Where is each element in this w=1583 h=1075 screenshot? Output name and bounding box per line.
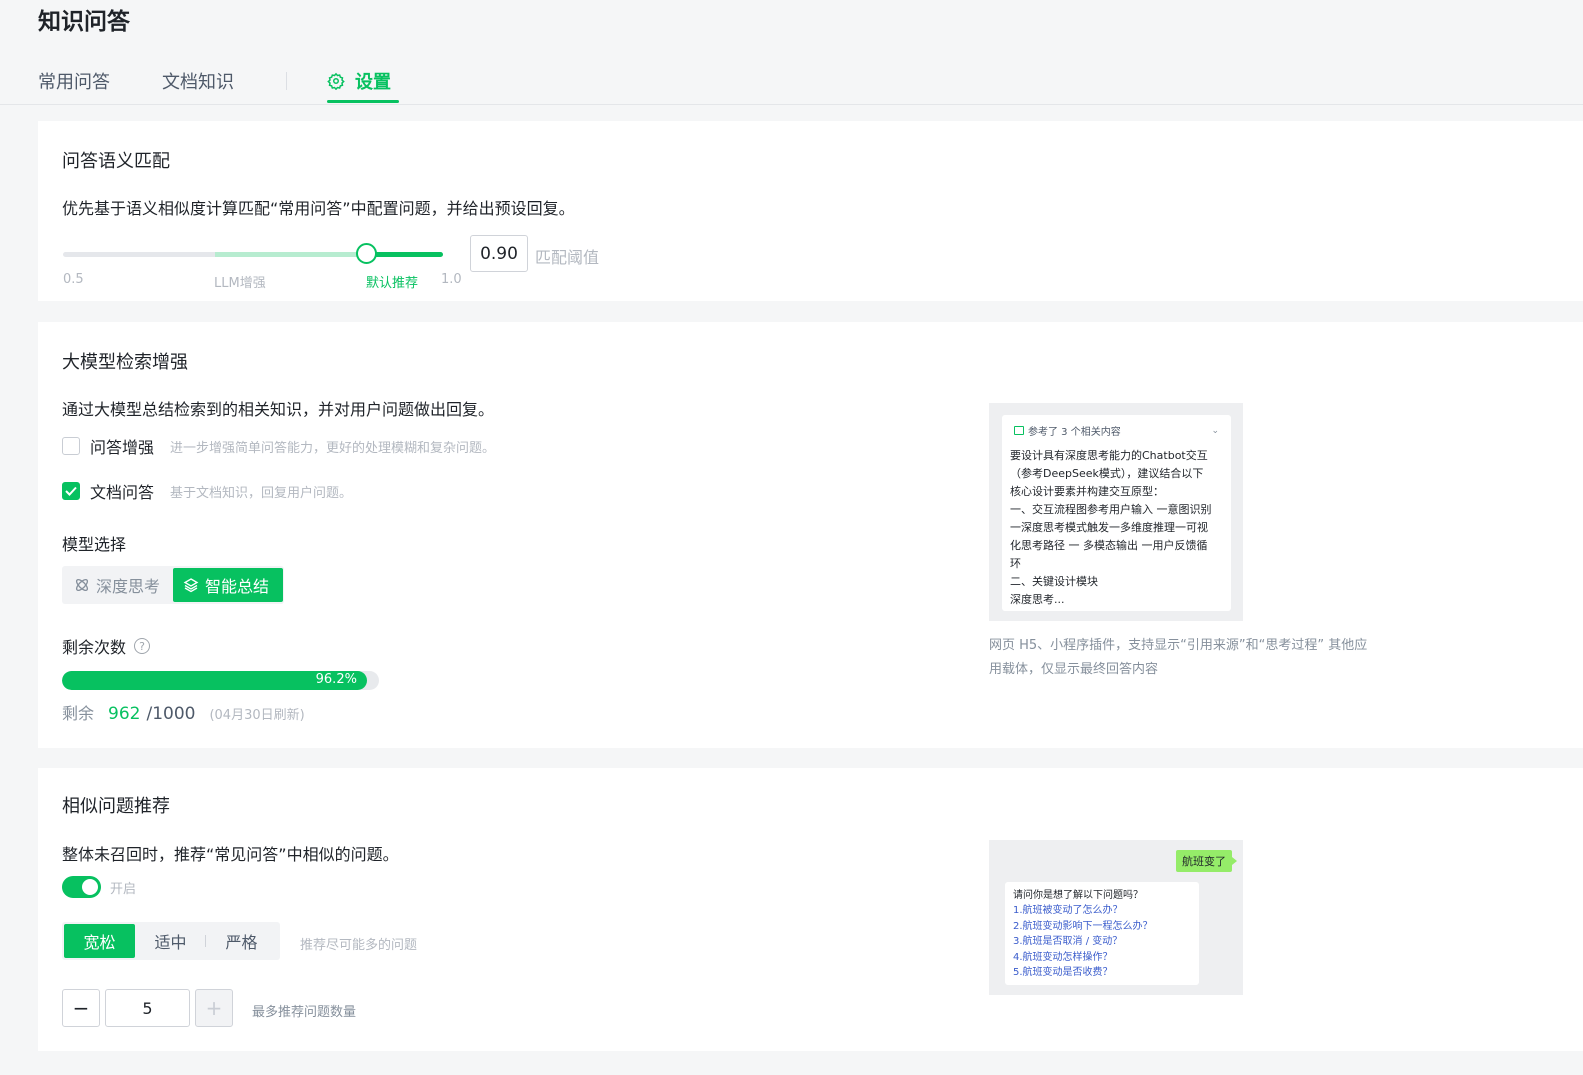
quota-progress-bar: 96.2% xyxy=(62,671,379,690)
tab-doc-knowledge[interactable]: 文档知识 xyxy=(162,68,234,94)
similar-desc: 整体未召回时，推荐“常见问答”中相似的问题。 xyxy=(62,845,399,864)
reference-icon xyxy=(1014,426,1024,435)
tab-settings[interactable]: 设置 xyxy=(327,68,391,94)
brain-icon xyxy=(75,578,89,592)
remain-count: 962 xyxy=(108,704,141,724)
slider-fill xyxy=(366,252,443,257)
answer-line: 深度思考... xyxy=(1010,593,1065,606)
model-deep-think-button[interactable]: 深度思考 xyxy=(64,568,170,602)
slider-default-label: 默认推荐 xyxy=(366,276,419,291)
suggested-question: 2.航班变动影响下一程怎么办？ xyxy=(1013,920,1153,932)
answer-line: 一深度思考模式触发一多维度推理一可视 xyxy=(1010,521,1208,534)
doc-qa-label: 文档问答 xyxy=(90,483,155,502)
model-smart-summary-button[interactable]: 智能总结 xyxy=(173,568,283,602)
model-selector: 深度思考 智能总结 xyxy=(62,566,284,604)
threshold-input[interactable]: 0.90 xyxy=(470,235,528,272)
preview-caption: 网页 H5、小程序插件，支持显示“引用来源”和“思考过程” 其他应用载体，仅显示… xyxy=(989,638,1368,677)
similar-preview-image: 航班变了 请问你是想了解以下问题吗？ 1.航班被变动了怎么办？ 2.航班变动影响… xyxy=(989,840,1243,995)
bot-message-title: 请问你是想了解以下问题吗？ xyxy=(1013,890,1143,901)
semantic-match-card: 问答语义匹配 优先基于语义相似度计算匹配“常用问答”中配置问题，并给出预设回复。… xyxy=(38,121,1583,301)
strictness-loose-button[interactable]: 宽松 xyxy=(64,924,135,958)
layers-icon xyxy=(183,578,199,593)
threshold-slider-thumb[interactable] xyxy=(356,243,377,264)
quota-remain-row: 剩余 962 /1000 (04月30日刷新) xyxy=(62,700,305,724)
threshold-slider-track[interactable] xyxy=(63,252,443,257)
answer-line: 化思考路径 一 多模态输出 一用户反馈循 xyxy=(1010,539,1208,552)
quota-progress-fill: 96.2% xyxy=(62,671,367,690)
gear-icon xyxy=(327,72,345,90)
decrement-button[interactable]: − xyxy=(62,989,100,1027)
suggested-question: 3.航班是否取消 / 变动？ xyxy=(1013,936,1123,947)
quota-title-row: 剩余次数 ? xyxy=(62,634,151,658)
qa-enhance-hint: 进一步增强简单问答能力，更好的处理模糊和复杂问题。 xyxy=(170,440,496,456)
strictness-strict-button[interactable]: 严格 xyxy=(206,924,277,958)
user-message-bubble: 航班变了 xyxy=(1176,850,1237,872)
page-title: 知识问答 xyxy=(38,9,130,35)
doc-qa-row: 文档问答 基于文档知识，回复用户问题。 xyxy=(62,479,352,503)
tab-common-qa[interactable]: 常用问答 xyxy=(38,68,110,94)
suggested-question: 5.航班变动是否收费？ xyxy=(1013,967,1113,978)
answer-preview-image: 参考了 3 个相关内容 ⌄ 要设计具有深度思考能力的Chatbot交互 （参考D… xyxy=(989,403,1243,621)
check-icon xyxy=(65,486,77,496)
model-select-title: 模型选择 xyxy=(62,535,127,554)
tab-bar: 常用问答 文档知识 设置 xyxy=(0,60,1583,105)
reference-line: 参考了 3 个相关内容 ⌄ xyxy=(1014,423,1219,438)
model-smart-summary-label: 智能总结 xyxy=(205,577,270,596)
strictness-selector: 宽松 适中 严格 xyxy=(62,922,280,960)
active-tab-underline xyxy=(327,100,399,103)
llm-enhance-desc: 通过大模型总结检索到的相关知识，并对用户问题做出回复。 xyxy=(62,400,495,419)
toggle-label: 开启 xyxy=(110,882,137,897)
threshold-label: 匹配阈值 xyxy=(535,248,600,267)
slider-min-label: 0.5 xyxy=(63,272,84,287)
slider-max-label: 1.0 xyxy=(441,272,462,287)
answer-line: 核心设计要素并构建交互原型： xyxy=(1010,485,1164,498)
bot-message-bubble: 请问你是想了解以下问题吗？ 1.航班被变动了怎么办？ 2.航班变动影响下一程怎么… xyxy=(1005,882,1199,985)
answer-preview-text: 要设计具有深度思考能力的Chatbot交互 （参考DeepSeek模式），建议结… xyxy=(1010,447,1226,609)
similar-title: 相似问题推荐 xyxy=(62,796,170,817)
doc-qa-checkbox[interactable] xyxy=(62,482,80,500)
answer-preview-bubble: 参考了 3 个相关内容 ⌄ 要设计具有深度思考能力的Chatbot交互 （参考D… xyxy=(1002,415,1231,611)
qa-enhance-label: 问答增强 xyxy=(90,438,155,457)
model-deep-think-label: 深度思考 xyxy=(96,577,161,596)
toggle-knob xyxy=(82,879,98,895)
increment-button[interactable]: + xyxy=(195,989,233,1027)
semantic-match-title: 问答语义匹配 xyxy=(62,151,170,172)
answer-line: 一、交互流程图参考用户输入 一意图识别 xyxy=(1010,503,1212,516)
max-count-hint: 最多推荐问题数量 xyxy=(252,1005,357,1020)
slider-llm-label: LLM增强 xyxy=(214,276,266,291)
slider-llm-segment xyxy=(215,252,366,257)
strictness-medium-button[interactable]: 适中 xyxy=(135,924,206,958)
suggested-question: 1.航班被变动了怎么办？ xyxy=(1013,905,1123,916)
remain-prefix: 剩余 xyxy=(62,704,95,723)
similar-toggle[interactable] xyxy=(62,876,101,898)
answer-line: （参考DeepSeek模式），建议结合以下 xyxy=(1010,467,1204,480)
tab-settings-label: 设置 xyxy=(355,72,391,93)
qa-enhance-row: 问答增强 进一步增强简单问答能力，更好的处理模糊和复杂问题。 xyxy=(62,434,495,458)
quota-percent-text: 96.2% xyxy=(315,672,357,687)
remain-refresh-date: (04月30日刷新) xyxy=(209,708,305,723)
similar-question-card: 相似问题推荐 整体未召回时，推荐“常见问答”中相似的问题。 开启 宽松 适中 严… xyxy=(38,768,1583,1051)
max-count-input[interactable]: 5 xyxy=(105,989,190,1027)
quota-title: 剩余次数 xyxy=(62,638,127,657)
llm-enhance-title: 大模型检索增强 xyxy=(62,352,188,373)
strictness-hint: 推荐尽可能多的问题 xyxy=(300,938,418,953)
suggested-question: 4.航班变动怎样操作？ xyxy=(1013,951,1113,963)
llm-enhance-card: 大模型检索增强 通过大模型总结检索到的相关知识，并对用户问题做出回复。 问答增强… xyxy=(38,322,1583,748)
doc-qa-hint: 基于文档知识，回复用户问题。 xyxy=(170,485,353,501)
remain-total: /1000 xyxy=(146,704,196,724)
answer-line: 环 xyxy=(1010,557,1021,570)
qa-enhance-checkbox[interactable] xyxy=(62,437,80,455)
semantic-match-desc: 优先基于语义相似度计算匹配“常用问答”中配置问题，并给出预设回复。 xyxy=(62,199,575,218)
answer-line: 要设计具有深度思考能力的Chatbot交互 xyxy=(1010,449,1208,462)
tab-divider xyxy=(286,72,287,90)
reference-text: 参考了 3 个相关内容 xyxy=(1028,427,1121,438)
answer-line: 二、关键设计模块 xyxy=(1010,575,1098,588)
chevron-down-icon: ⌄ xyxy=(1211,425,1219,436)
help-circle-icon[interactable]: ? xyxy=(134,638,151,654)
